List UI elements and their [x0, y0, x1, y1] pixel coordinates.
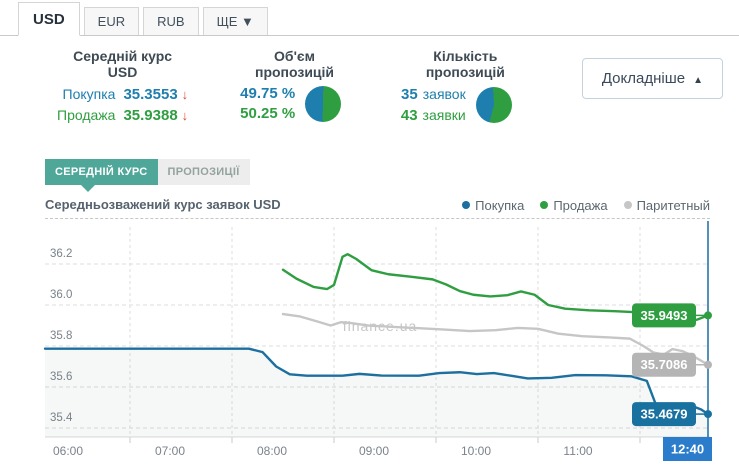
- legend-label: Паритетный: [637, 198, 710, 213]
- series-end-dot-parity: [704, 361, 712, 369]
- tab-eur[interactable]: EUR: [84, 7, 139, 35]
- y-axis-label: 35.8: [50, 330, 72, 342]
- x-axis-label: 07:00: [155, 444, 185, 458]
- buy-value: 35.3553: [123, 85, 177, 105]
- volume-pie-chart: [305, 86, 341, 122]
- stats-panel: Середній курс USD Покупка 35.3553 ↓ Прод…: [0, 48, 739, 126]
- legend-item-buy[interactable]: Покупка: [462, 198, 524, 213]
- caret-up-icon: ▲: [693, 75, 703, 86]
- end-value-text-buy: 35.4679: [641, 407, 688, 422]
- average-rate-group: Середній курс USD Покупка 35.3553 ↓ Прод…: [57, 48, 188, 126]
- count-group: Кількість пропозицій 35 заявок 43 заявки: [401, 48, 530, 126]
- legend-dot-icon: [624, 201, 632, 209]
- chart-legend: Покупка Продажа Паритетный: [446, 198, 710, 213]
- end-value-text-sell: 35.9493: [641, 308, 688, 323]
- count-pie-chart: [476, 87, 512, 123]
- legend-item-parity[interactable]: Паритетный: [624, 198, 710, 213]
- chart-subtabs: СЕРЕДНІЙ КУРСПРОПОЗИЦІЇ: [45, 159, 250, 185]
- legend-label: Покупка: [475, 198, 524, 213]
- x-axis-label: 11:00: [563, 444, 592, 458]
- count-buy-number: 35: [401, 86, 418, 103]
- tab-usd[interactable]: USD: [18, 2, 80, 36]
- tab-rub[interactable]: RUB: [143, 7, 198, 35]
- y-axis-label: 36.2: [50, 248, 72, 260]
- down-arrow-icon: ↓: [182, 106, 189, 126]
- subtab-average-rate[interactable]: СЕРЕДНІЙ КУРС: [45, 159, 158, 185]
- rate-chart: 35.435.635.836.036.206:0007:0008:0009:00…: [0, 221, 739, 473]
- currency-widget: { "tabs": { "items": [ {"key":"usd","lab…: [0, 0, 739, 473]
- series-area-buy: [45, 349, 708, 437]
- count-sell-number: 43: [401, 107, 418, 124]
- y-axis-label: 36.0: [50, 289, 72, 301]
- sell-value: 35.9388: [123, 106, 177, 126]
- chart-canvas: 35.435.635.836.036.206:0007:0008:0009:00…: [0, 221, 739, 473]
- buy-label: Покупка: [63, 84, 116, 104]
- x-axis-label: 06:00: [53, 444, 83, 458]
- series-end-dot-sell: [704, 311, 712, 319]
- count-buy-unit: заявок: [423, 86, 466, 102]
- currency-tabbar: USDEURRUBЩЕ ▼: [0, 2, 739, 36]
- count-sell-unit: заявки: [423, 107, 466, 123]
- legend-label: Продажа: [553, 198, 607, 213]
- x-axis-label: 08:00: [257, 444, 287, 458]
- tab-more[interactable]: ЩЕ ▼: [203, 7, 268, 35]
- x-axis-label: 10:00: [461, 444, 491, 458]
- sell-rate-row: Продажа 35.9388 ↓: [57, 105, 188, 126]
- average-rate-title: Середній курс USD: [57, 48, 188, 80]
- legend-item-sell[interactable]: Продажа: [540, 198, 607, 213]
- down-arrow-icon: ↓: [182, 85, 189, 105]
- volume-buy-pct: 49.75 %: [240, 84, 295, 104]
- legend-dot-icon: [462, 201, 470, 209]
- count-title: Кількість пропозицій: [401, 48, 530, 80]
- buy-rate-row: Покупка 35.3553 ↓: [57, 84, 188, 105]
- dotted-separator: [45, 218, 710, 219]
- current-time-text: 12:40: [671, 442, 704, 457]
- sell-label: Продажа: [57, 105, 115, 125]
- details-button[interactable]: Докладніше▲: [582, 58, 723, 99]
- series-end-dot-buy: [704, 410, 712, 418]
- volume-sell-pct: 50.25 %: [240, 104, 295, 124]
- legend-dot-icon: [540, 201, 548, 209]
- volume-title: Об'єм пропозицій: [240, 48, 349, 80]
- end-value-text-parity: 35.7086: [641, 357, 688, 372]
- volume-group: Об'єм пропозицій 49.75 % 50.25 %: [240, 48, 349, 124]
- chart-title: Середньозважений курс заявок USD: [45, 197, 281, 212]
- x-axis-label: 09:00: [359, 444, 389, 458]
- subtab-offers[interactable]: ПРОПОЗИЦІЇ: [158, 159, 250, 185]
